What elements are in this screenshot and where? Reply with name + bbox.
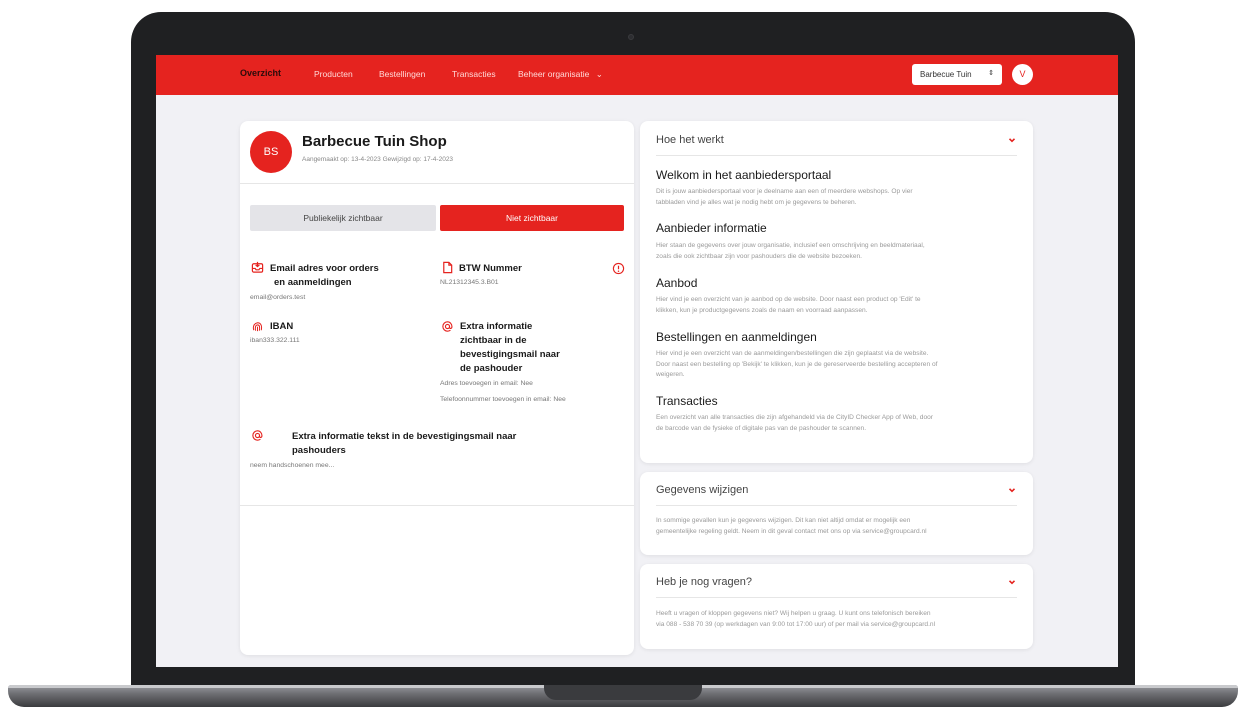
extra-info-label: Extra informatie <box>460 321 533 332</box>
shop-info-card: BS Barbecue Tuin Shop Aangemaakt op: 13-… <box>240 121 634 655</box>
btw-label: BTW Nummer <box>459 263 522 274</box>
iban-value: iban333.322.111 <box>250 337 300 344</box>
nav-item-beheer-organisatie[interactable]: Beheer organisatie ⌄ <box>518 69 603 80</box>
info-alert-icon[interactable] <box>612 262 625 275</box>
select-arrows-icon: ⇕ <box>988 70 994 77</box>
extra-text-label: Extra informatie tekst in de bevestiging… <box>292 431 517 442</box>
text-line: Hier staan de gegevens over jouw organis… <box>656 242 925 249</box>
extra-info-label-line3: bevestigingsmail naar <box>460 349 560 360</box>
nav-item-bestellingen[interactable]: Bestellingen <box>379 69 425 79</box>
shop-title: Barbecue Tuin Shop <box>302 133 447 150</box>
text-line: In sommige gevallen kun je gegevens wijz… <box>656 517 911 524</box>
address-option-value: Adres toevoegen in email: Nee <box>440 380 533 387</box>
text-line: Hier vind je een overzicht van je aanbod… <box>656 296 921 303</box>
not-visible-button[interactable]: Niet zichtbaar <box>440 205 624 231</box>
section-text-offer: Hier vind je een overzicht van je aanbod… <box>656 295 1020 316</box>
text-line: zoals die ook zichtbaar zijn voor pashou… <box>656 252 862 260</box>
user-avatar[interactable]: V <box>1012 64 1033 85</box>
shop-dates: Aangemaakt op: 13-4-2023 Gewijzigd op: 1… <box>302 156 454 163</box>
divider <box>656 597 1017 598</box>
fingerprint-icon <box>252 322 263 332</box>
text-line: Dit is jouw aanbiedersportaal voor je de… <box>656 188 913 195</box>
laptop-notch <box>544 685 702 700</box>
text-line: gemeentelijke regeling geldt. Neem in di… <box>656 527 927 535</box>
nav-item-label: Beheer organisatie <box>518 69 590 79</box>
extra-info-label-line2: zichtbaar in de <box>460 335 527 346</box>
text-line: de barcode van de fysieke of digitale pa… <box>656 424 867 432</box>
email-label-line2: en aanmeldingen <box>274 277 352 288</box>
questions-card: Heb je nog vragen? Heeft u vragen of klo… <box>640 564 1033 649</box>
chevron-down-icon[interactable] <box>1007 135 1017 145</box>
chevron-down-icon[interactable] <box>1007 577 1017 587</box>
section-text-welcome: Dit is jouw aanbiedersportaal voor je de… <box>656 187 1020 208</box>
section-title-welcome: Welkom in het aanbiedersportaal <box>656 168 832 182</box>
section-text-orders: Hier vind je een overzicht van de aanmel… <box>656 349 1020 381</box>
questions-text: Heeft u vragen of kloppen gegevens niet?… <box>656 609 1020 630</box>
extra-info-label-line4: de pashouder <box>460 363 523 374</box>
organisation-select-value: Barbecue Tuin <box>920 70 972 79</box>
how-it-works-title[interactable]: Hoe het werkt <box>656 134 724 146</box>
nav-item-producten[interactable]: Producten <box>314 69 353 79</box>
change-data-text: In sommige gevallen kun je gegevens wijz… <box>656 516 1020 537</box>
iban-label: IBAN <box>270 321 294 332</box>
at-sign-icon <box>252 430 263 441</box>
section-title-transactions: Transacties <box>656 394 718 408</box>
email-label: Email adres voor orders <box>270 263 379 274</box>
public-visible-button[interactable]: Publiekelijk zichtbaar <box>250 205 436 231</box>
camera-icon <box>628 34 634 40</box>
btw-value: NL21312345.3.B01 <box>440 279 499 286</box>
extra-text-value: neem handschoenen mee... <box>250 462 335 469</box>
how-it-works-card: Hoe het werkt Welkom in het aanbiederspo… <box>640 121 1033 463</box>
change-data-card: Gegevens wijzigen In sommige gevallen ku… <box>640 472 1033 555</box>
text-line: via 088 - 538 70 39 (op werkdagen van 9:… <box>656 620 936 628</box>
change-data-title[interactable]: Gegevens wijzigen <box>656 484 748 496</box>
nav-item-transacties[interactable]: Transacties <box>452 69 496 79</box>
text-line: klikken, kun je productgegevens zoals de… <box>656 306 868 314</box>
text-line: Door naast een bestelling op 'Bekijk' te… <box>656 360 938 368</box>
shop-avatar: BS <box>250 131 292 173</box>
inbox-icon <box>251 261 264 273</box>
organisation-select[interactable]: Barbecue Tuin ⇕ <box>912 64 1002 85</box>
section-title-orders: Bestellingen en aanmeldingen <box>656 330 817 344</box>
text-line: weigeren. <box>656 371 685 378</box>
screen: Overzicht Producten Bestellingen Transac… <box>156 55 1118 667</box>
email-value: email@orders.test <box>250 294 306 301</box>
chevron-down-icon[interactable] <box>1007 485 1017 495</box>
divider <box>240 505 634 506</box>
document-icon <box>443 261 453 274</box>
divider <box>656 155 1017 156</box>
nav-item-overzicht[interactable]: Overzicht <box>240 68 281 78</box>
section-text-transactions: Een overzicht van alle transacties die z… <box>656 413 1020 434</box>
text-line: Een overzicht van alle transacties die z… <box>656 414 933 421</box>
text-line: Heeft u vragen of kloppen gegevens niet?… <box>656 610 931 617</box>
section-title-provider-info: Aanbieder informatie <box>656 221 767 235</box>
extra-text-label-line2: pashouders <box>292 445 346 456</box>
at-sign-icon <box>442 321 453 332</box>
text-line: tabbladen vind je alles wat je nodig heb… <box>656 198 857 206</box>
chevron-down-icon: ⌄ <box>595 69 603 79</box>
phone-option-value: Telefoonnummer toevoegen in email: Nee <box>440 396 566 403</box>
divider <box>240 183 634 184</box>
section-title-offer: Aanbod <box>656 276 698 290</box>
section-text-provider-info: Hier staan de gegevens over jouw organis… <box>656 241 1020 262</box>
questions-title[interactable]: Heb je nog vragen? <box>656 576 752 588</box>
divider <box>656 505 1017 506</box>
text-line: Hier vind je een overzicht van de aanmel… <box>656 350 929 357</box>
top-nav: Overzicht Producten Bestellingen Transac… <box>156 55 1118 95</box>
